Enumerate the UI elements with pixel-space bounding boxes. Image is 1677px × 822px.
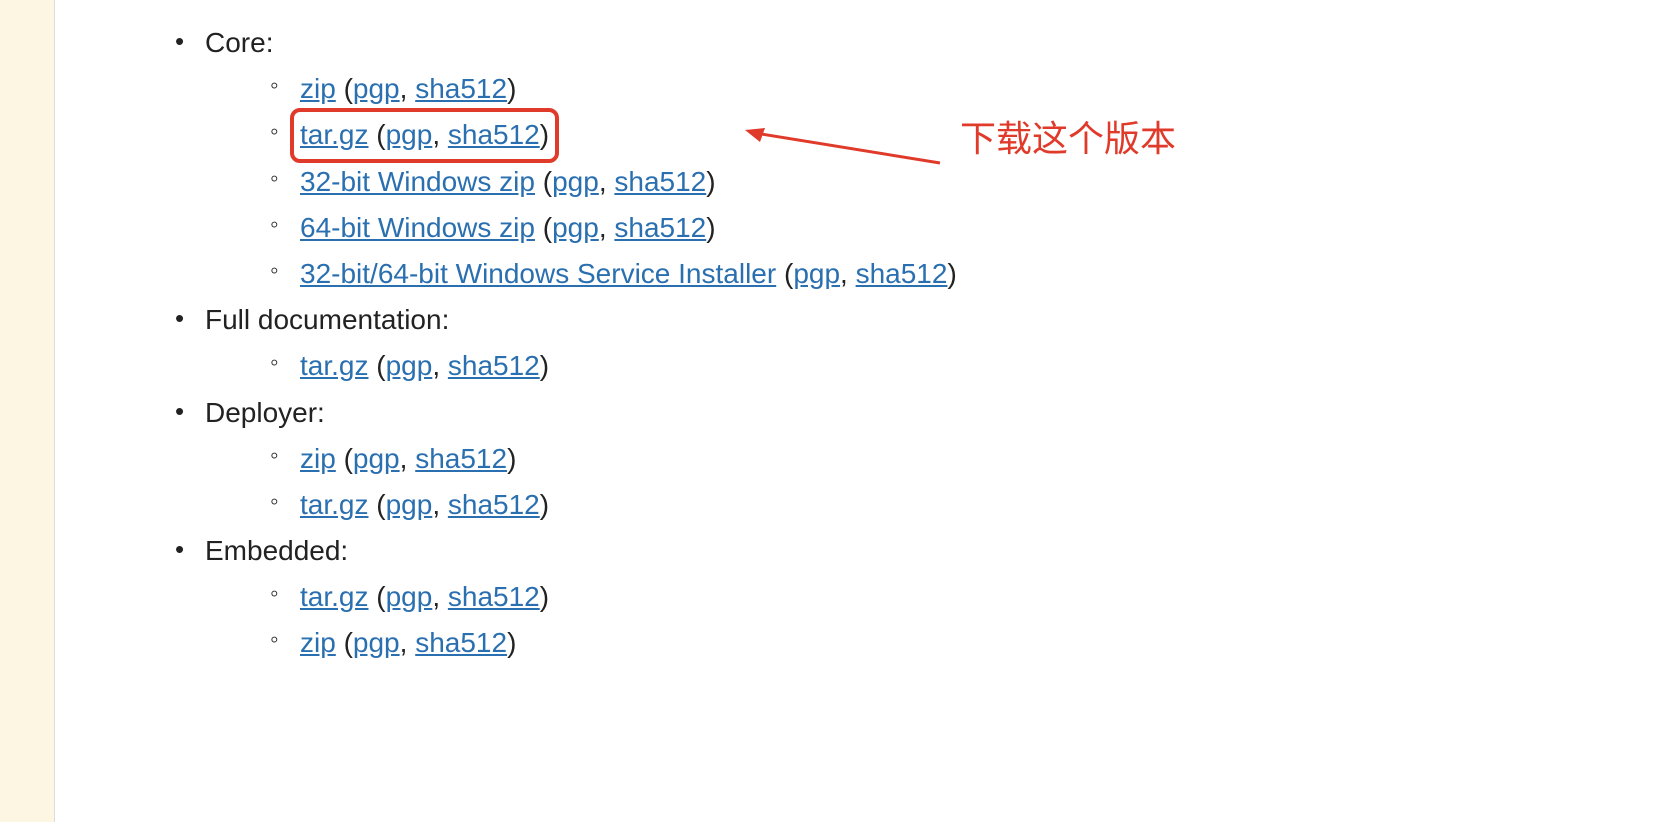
pgp-link[interactable]: pgp bbox=[386, 350, 433, 381]
download-item: tar.gz (pgp, sha512) bbox=[300, 482, 1677, 528]
download-item: 32-bit Windows zip (pgp, sha512) bbox=[300, 159, 1677, 205]
section-label: Full documentation: bbox=[205, 304, 449, 335]
pgp-link[interactable]: pgp bbox=[386, 581, 433, 612]
section-core: Core: zip (pgp, sha512) tar.gz (pgp, sha… bbox=[205, 20, 1677, 297]
annotation-text: 下载这个版本 bbox=[960, 110, 1176, 162]
pgp-link[interactable]: pgp bbox=[552, 212, 599, 243]
download-link[interactable]: tar.gz bbox=[300, 489, 368, 520]
download-link[interactable]: tar.gz bbox=[300, 581, 368, 612]
download-item: tar.gz (pgp, sha512) bbox=[300, 343, 1677, 389]
sha512-link[interactable]: sha512 bbox=[415, 443, 507, 474]
pgp-link[interactable]: pgp bbox=[353, 627, 400, 658]
download-link[interactable]: zip bbox=[300, 443, 336, 474]
pgp-link[interactable]: pgp bbox=[353, 73, 400, 104]
pgp-link[interactable]: pgp bbox=[793, 258, 840, 289]
download-item: zip (pgp, sha512) bbox=[300, 436, 1677, 482]
section-label: Core: bbox=[205, 27, 273, 58]
download-link[interactable]: tar.gz bbox=[300, 350, 368, 381]
section-label: Embedded: bbox=[205, 535, 348, 566]
section-embedded: Embedded: tar.gz (pgp, sha512) zip (pgp,… bbox=[205, 528, 1677, 667]
sha512-link[interactable]: sha512 bbox=[415, 73, 507, 104]
download-item: zip (pgp, sha512) bbox=[300, 66, 1677, 112]
download-link[interactable]: zip bbox=[300, 627, 336, 658]
sha512-link[interactable]: sha512 bbox=[448, 581, 540, 612]
download-item: tar.gz (pgp, sha512) bbox=[300, 574, 1677, 620]
download-item: 64-bit Windows zip (pgp, sha512) bbox=[300, 205, 1677, 251]
pgp-link[interactable]: pgp bbox=[552, 166, 599, 197]
download-link[interactable]: 32-bit Windows zip bbox=[300, 166, 535, 197]
pgp-link[interactable]: pgp bbox=[353, 443, 400, 474]
pgp-link[interactable]: pgp bbox=[386, 119, 433, 150]
document-page: Core: zip (pgp, sha512) tar.gz (pgp, sha… bbox=[54, 0, 1677, 822]
download-item: 32-bit/64-bit Windows Service Installer … bbox=[300, 251, 1677, 297]
sha512-link[interactable]: sha512 bbox=[856, 258, 948, 289]
download-link[interactable]: tar.gz bbox=[300, 119, 368, 150]
section-fulldoc: Full documentation: tar.gz (pgp, sha512) bbox=[205, 297, 1677, 389]
section-deployer: Deployer: zip (pgp, sha512) tar.gz (pgp,… bbox=[205, 390, 1677, 529]
sha512-link[interactable]: sha512 bbox=[614, 166, 706, 197]
sha512-link[interactable]: sha512 bbox=[448, 350, 540, 381]
download-link[interactable]: 64-bit Windows zip bbox=[300, 212, 535, 243]
sha512-link[interactable]: sha512 bbox=[614, 212, 706, 243]
download-link[interactable]: 32-bit/64-bit Windows Service Installer bbox=[300, 258, 776, 289]
highlight-box: tar.gz (pgp, sha512) bbox=[294, 112, 555, 158]
pgp-link[interactable]: pgp bbox=[386, 489, 433, 520]
section-label: Deployer: bbox=[205, 397, 325, 428]
sha512-link[interactable]: sha512 bbox=[448, 489, 540, 520]
sha512-link[interactable]: sha512 bbox=[415, 627, 507, 658]
download-item: zip (pgp, sha512) bbox=[300, 620, 1677, 666]
download-link[interactable]: zip bbox=[300, 73, 336, 104]
sha512-link[interactable]: sha512 bbox=[448, 119, 540, 150]
download-list: Core: zip (pgp, sha512) tar.gz (pgp, sha… bbox=[55, 20, 1677, 667]
